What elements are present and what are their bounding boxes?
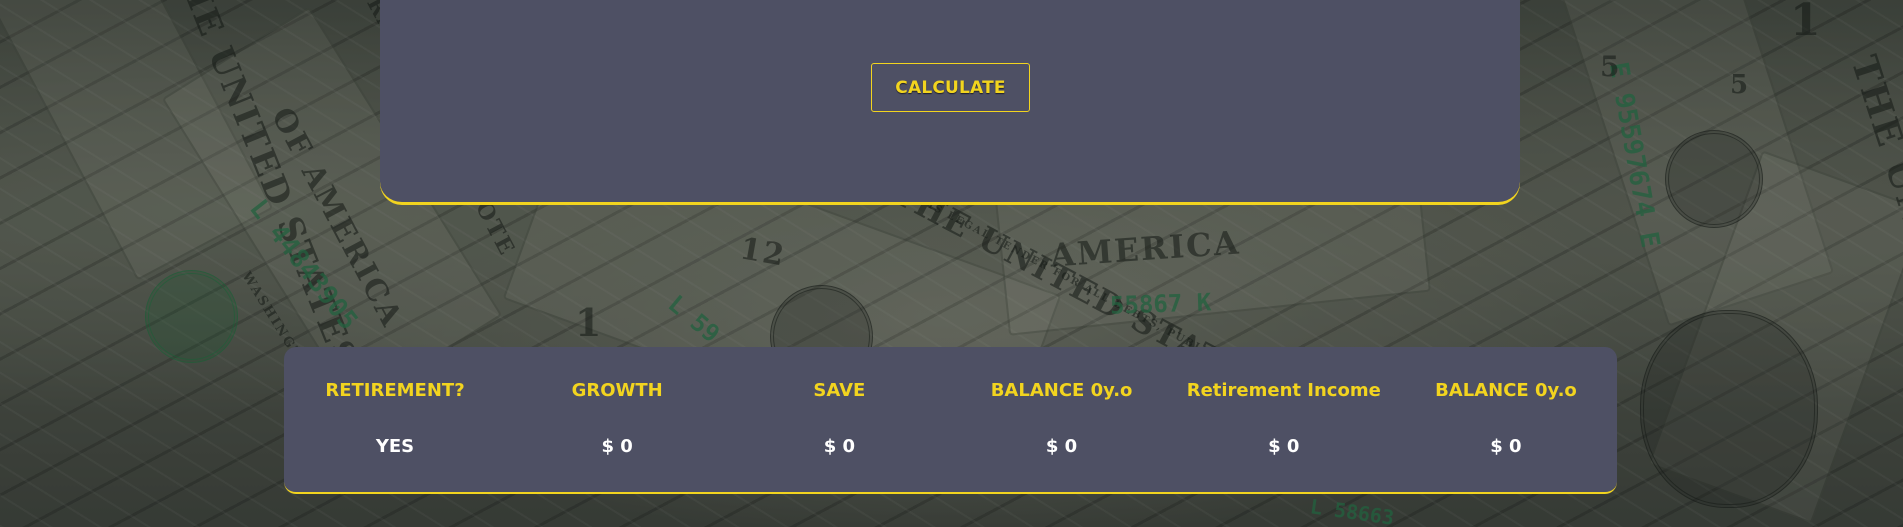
calculate-button[interactable]: CALCULATE <box>871 63 1030 112</box>
results-table: RETIREMENT? YES GROWTH $ 0 SAVE $ 0 BALA… <box>284 347 1617 494</box>
results-column-retirement: RETIREMENT? YES <box>284 347 506 492</box>
column-header: BALANCE 0y.o <box>1435 380 1577 401</box>
column-value: $ 0 <box>1268 436 1300 457</box>
column-value: $ 0 <box>601 436 633 457</box>
column-value: $ 0 <box>1490 436 1522 457</box>
column-value: $ 0 <box>1045 436 1078 457</box>
results-column-save: SAVE $ 0 <box>728 347 950 492</box>
page-background: THE UNITED STATES OF AMERICA FEDERAL RES… <box>0 0 1903 527</box>
results-column-growth: GROWTH $ 0 <box>506 347 728 492</box>
column-header: GROWTH <box>571 380 663 401</box>
column-header: RETIREMENT? <box>325 380 465 401</box>
column-value: $ 0 <box>823 436 856 457</box>
column-header: Retirement Income <box>1186 380 1381 401</box>
column-header: BALANCE 0y.o <box>990 380 1133 401</box>
column-header: SAVE <box>813 380 866 401</box>
results-column-balance-start: BALANCE 0y.o $ 0 <box>951 347 1173 492</box>
results-column-balance-end: BALANCE 0y.o $ 0 <box>1395 347 1617 492</box>
results-column-retirement-income: Retirement Income $ 0 <box>1173 347 1395 492</box>
column-value: YES <box>375 436 415 457</box>
